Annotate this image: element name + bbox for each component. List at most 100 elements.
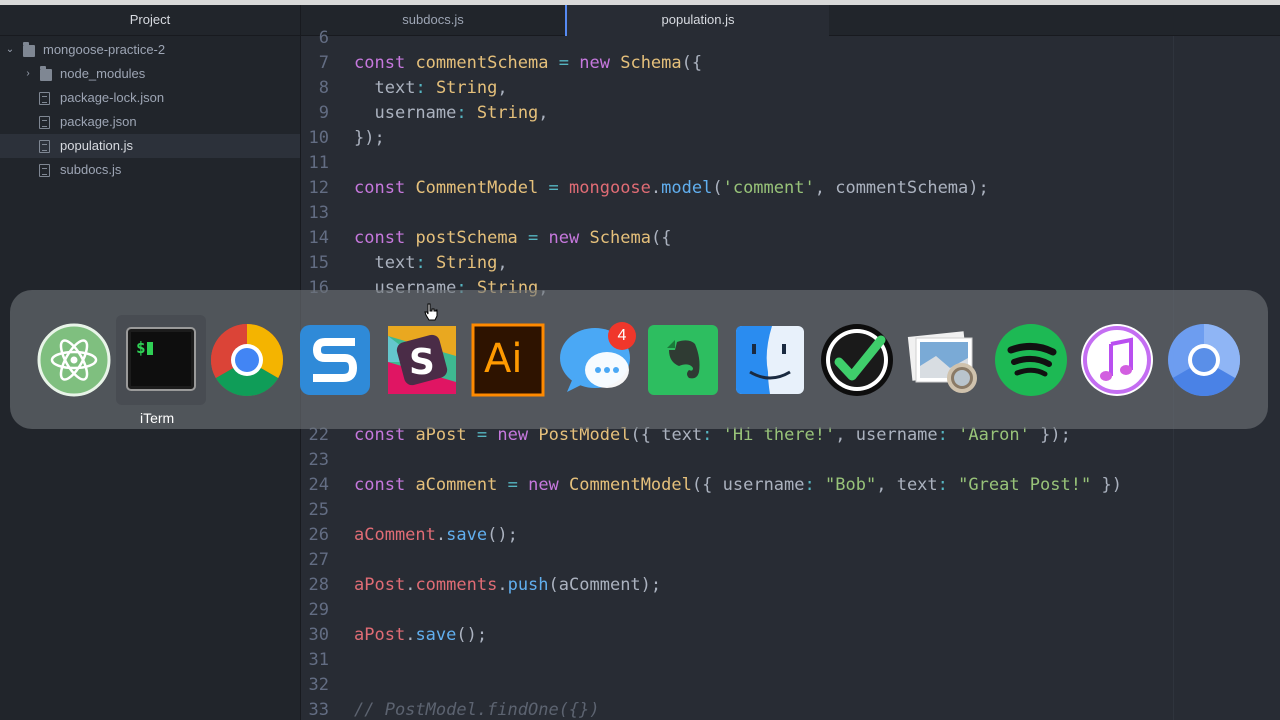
itunes-icon xyxy=(1081,324,1153,396)
tree-item-label: package-lock.json xyxy=(60,90,165,105)
itunes-app-icon[interactable] xyxy=(1079,322,1155,398)
checklist-app-icon[interactable] xyxy=(819,322,895,398)
code-line[interactable]: 26 aComment.save(); xyxy=(301,523,1280,548)
code-line[interactable]: 25 xyxy=(301,498,1280,523)
snagit-icon xyxy=(300,325,370,395)
line-number: 14 xyxy=(308,228,329,248)
line-code: aComment.save(); xyxy=(354,525,518,545)
project-panel-title: Project xyxy=(0,5,300,36)
file-tree: ⌄ mongoose-practice-2 › node_modules pac… xyxy=(0,36,300,182)
atom-icon xyxy=(37,323,111,397)
notification-badge: 4 xyxy=(608,322,636,350)
code-line[interactable]: 30 aPost.save(); xyxy=(301,623,1280,648)
code-line[interactable]: 13 xyxy=(301,201,1280,226)
hand-cursor-icon xyxy=(424,303,438,321)
line-number: 10 xyxy=(308,128,329,148)
file-icon xyxy=(39,116,50,129)
chromium-icon xyxy=(1168,324,1241,397)
code-line[interactable]: 12 const CommentModel = mongoose.model('c… xyxy=(301,176,1280,201)
macos-dock: $ S Ai 4 iTerm xyxy=(10,290,1268,429)
line-code: const commentSchema = new Schema({ xyxy=(354,53,703,73)
code-line[interactable]: 15 text: String, xyxy=(301,251,1280,276)
slack-icon: S xyxy=(388,326,456,394)
line-code: const aComment = new CommentModel({ user… xyxy=(354,475,1122,495)
iterm-app-icon[interactable]: $ xyxy=(123,322,199,398)
line-number: 15 xyxy=(308,253,329,273)
line-number: 24 xyxy=(308,475,329,495)
chrome-icon xyxy=(210,324,284,397)
code-line[interactable]: 27 xyxy=(301,548,1280,573)
line-number: 12 xyxy=(308,178,329,198)
slack-app-icon[interactable]: S xyxy=(384,322,460,398)
checkmark-icon xyxy=(821,324,893,396)
code-line[interactable]: 28 aPost.comments.push(aComment); xyxy=(301,573,1280,598)
code-line[interactable]: 8 text: String, xyxy=(301,76,1280,101)
line-number: 26 xyxy=(308,525,329,545)
finder-app-icon[interactable] xyxy=(732,322,808,398)
tree-item-package-json[interactable]: package.json xyxy=(0,110,300,134)
line-number: 13 xyxy=(308,203,329,223)
line-number: 28 xyxy=(308,575,329,595)
snagit-app-icon[interactable] xyxy=(297,322,373,398)
line-number: 23 xyxy=(308,450,329,470)
spotify-app-icon[interactable] xyxy=(993,322,1069,398)
line-code: username: String, xyxy=(374,103,549,123)
file-icon xyxy=(39,140,50,153)
code-line[interactable]: 32 xyxy=(301,673,1280,698)
tree-item-subdocs-js[interactable]: subdocs.js xyxy=(0,158,300,182)
evernote-app-icon[interactable] xyxy=(645,322,721,398)
line-code: }); xyxy=(354,128,385,148)
line-code: text: String, xyxy=(374,78,508,98)
code-line[interactable]: 31 xyxy=(301,648,1280,673)
dock-app-tooltip: iTerm xyxy=(140,410,175,426)
line-code: const CommentModel = mongoose.model('com… xyxy=(354,178,989,198)
line-number: 6 xyxy=(318,28,329,48)
line-code: aPost.save(); xyxy=(354,625,488,645)
code-line[interactable]: 23 xyxy=(301,448,1280,473)
line-number: 9 xyxy=(318,103,329,123)
line-number: 8 xyxy=(318,78,329,98)
code-line[interactable]: 33 // PostModel.findOne({}) xyxy=(301,698,1280,720)
atom-app-icon[interactable] xyxy=(36,322,112,398)
preview-icon xyxy=(907,331,977,393)
chromium-app-icon[interactable] xyxy=(1166,322,1242,398)
folder-icon xyxy=(40,66,52,81)
spotify-icon xyxy=(995,324,1067,396)
illustrator-app-icon[interactable]: Ai xyxy=(470,322,546,398)
line-number: 31 xyxy=(308,650,329,670)
tree-item-project-root[interactable]: ⌄ mongoose-practice-2 xyxy=(0,38,300,62)
code-line[interactable]: 29 xyxy=(301,598,1280,623)
tree-item-label: subdocs.js xyxy=(60,162,122,177)
line-code: aPost.comments.push(aComment); xyxy=(354,575,662,595)
line-number: 25 xyxy=(308,500,329,520)
tree-item-node-modules[interactable]: › node_modules xyxy=(0,62,300,86)
preview-app-icon[interactable] xyxy=(906,322,982,398)
code-line[interactable]: 11 xyxy=(301,151,1280,176)
folder-icon xyxy=(23,42,35,57)
chevron-right-icon[interactable]: › xyxy=(22,62,34,86)
chevron-down-icon[interactable]: ⌄ xyxy=(4,38,16,62)
code-line[interactable]: 7 const commentSchema = new Schema({ xyxy=(301,51,1280,76)
line-code: // PostModel.findOne({}) xyxy=(354,700,600,720)
line-number: 33 xyxy=(308,700,329,720)
evernote-icon xyxy=(648,325,718,395)
code-line[interactable]: 24 const aComment = new CommentModel({ us… xyxy=(301,473,1280,498)
finder-icon xyxy=(736,326,804,394)
svg-text:S: S xyxy=(409,342,435,383)
file-icon xyxy=(39,92,50,105)
tree-item-label: package.json xyxy=(60,114,137,129)
code-line[interactable]: 10}); xyxy=(301,126,1280,151)
iterm-prompt-glyph: $ xyxy=(136,338,146,357)
tree-item-package-lock-json[interactable]: package-lock.json xyxy=(0,86,300,110)
line-number: 27 xyxy=(308,550,329,570)
tree-item-label: population.js xyxy=(60,138,133,153)
line-code: const postSchema = new Schema({ xyxy=(354,228,672,248)
chrome-app-icon[interactable] xyxy=(209,322,285,398)
code-line[interactable]: 14 const postSchema = new Schema({ xyxy=(301,226,1280,251)
line-number: 29 xyxy=(308,600,329,620)
line-number: 32 xyxy=(308,675,329,695)
code-line[interactable]: 6 xyxy=(301,26,1280,51)
tree-item-population-js[interactable]: population.js xyxy=(0,134,300,158)
code-line[interactable]: 9 username: String, xyxy=(301,101,1280,126)
tree-item-label: mongoose-practice-2 xyxy=(43,42,166,57)
